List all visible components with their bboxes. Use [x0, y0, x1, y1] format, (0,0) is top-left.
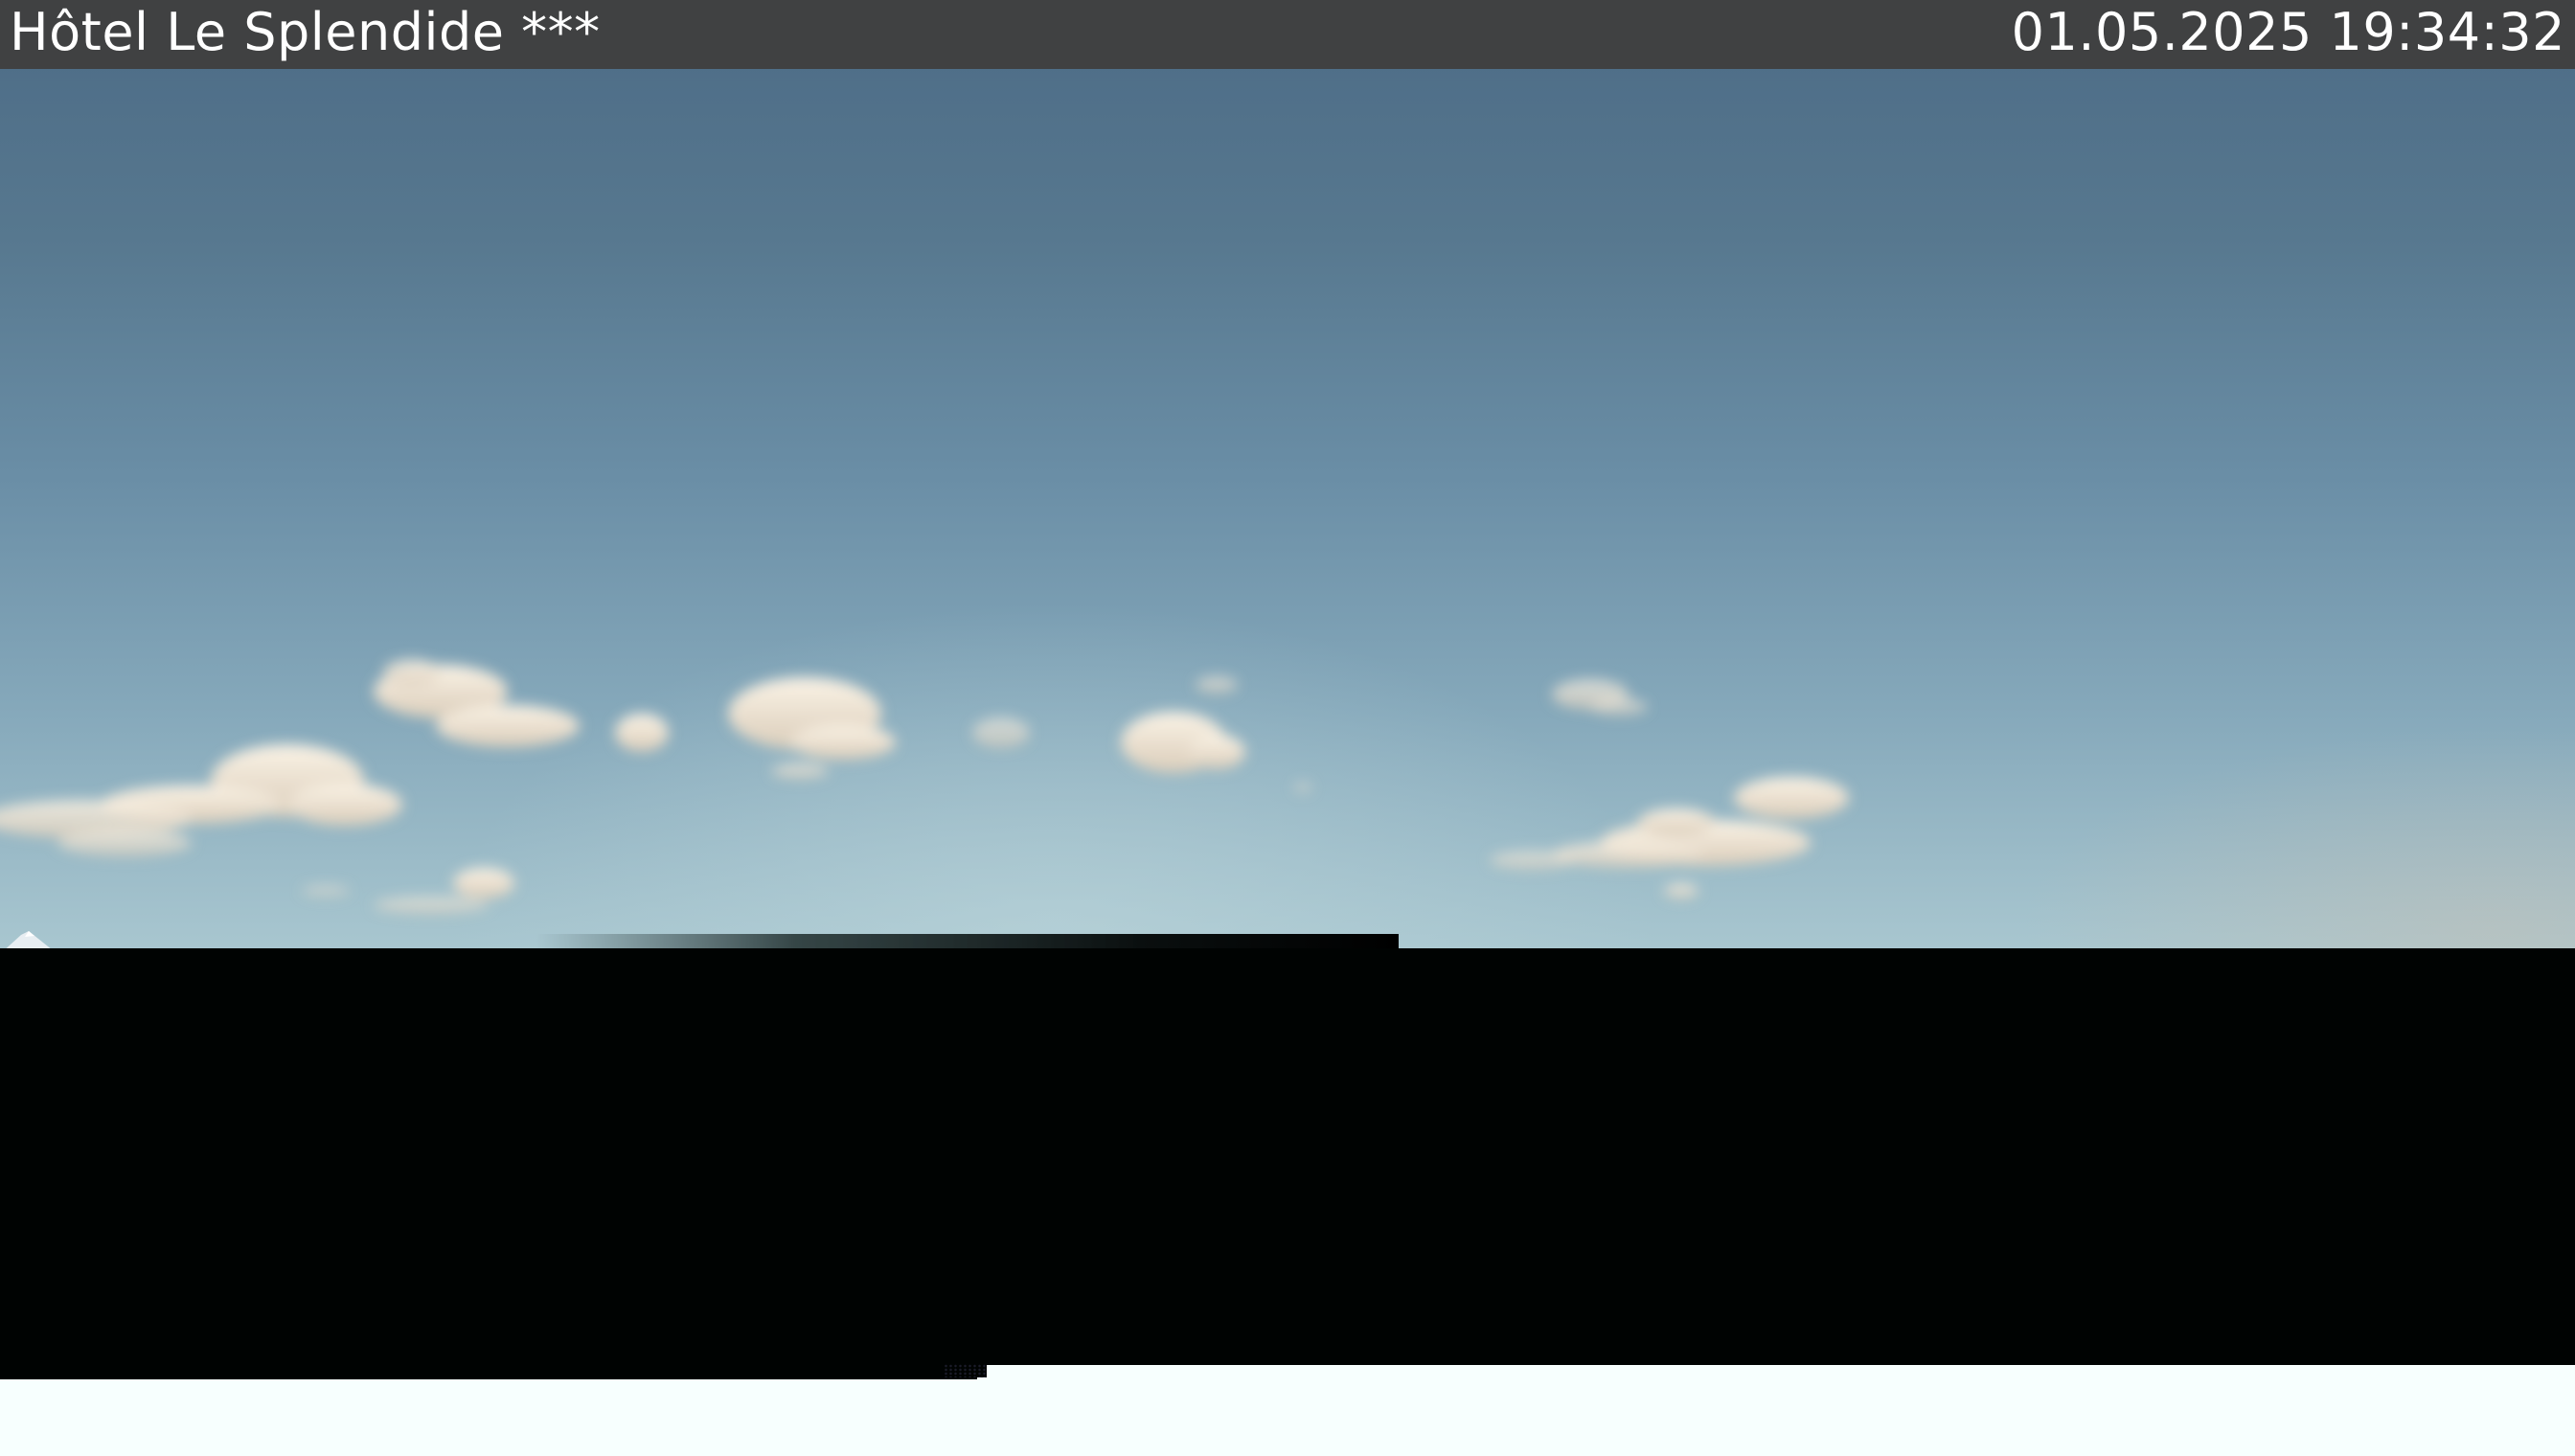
webcam-image: Hôtel Le Splendide *** 01.05.2025 19:34:… [0, 0, 2575, 1456]
cloud-low-left [302, 868, 514, 914]
clouds [0, 659, 1849, 914]
overexposed-bottom [0, 1379, 2575, 1456]
hotel-title: Hôtel Le Splendide *** [10, 2, 601, 62]
image-artifact [944, 1364, 987, 1377]
cloud-center-left [728, 677, 896, 779]
cloud-left-large [0, 744, 402, 856]
dark-foreground-tail [0, 1365, 977, 1380]
caption-bar: Hôtel Le Splendide *** 01.05.2025 19:34:… [0, 0, 2575, 69]
cloud-center [1121, 712, 1245, 773]
dark-foreground [0, 948, 2575, 1377]
timestamp: 01.05.2025 19:34:32 [2011, 2, 2565, 62]
cloud-right [1490, 777, 1849, 870]
cloud-left-upper [374, 659, 580, 747]
